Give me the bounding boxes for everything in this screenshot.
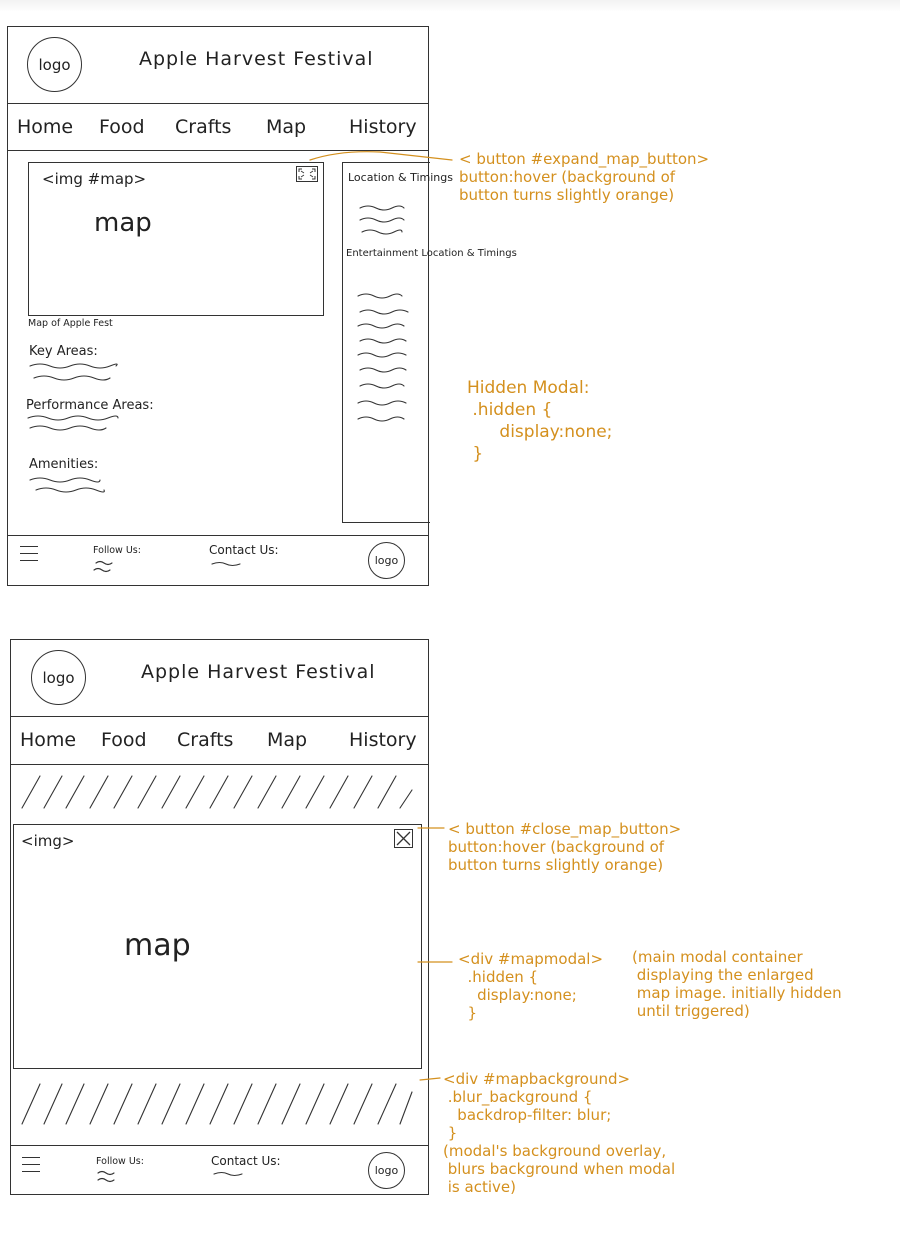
- sketch-strokes: [21, 151, 453, 1183]
